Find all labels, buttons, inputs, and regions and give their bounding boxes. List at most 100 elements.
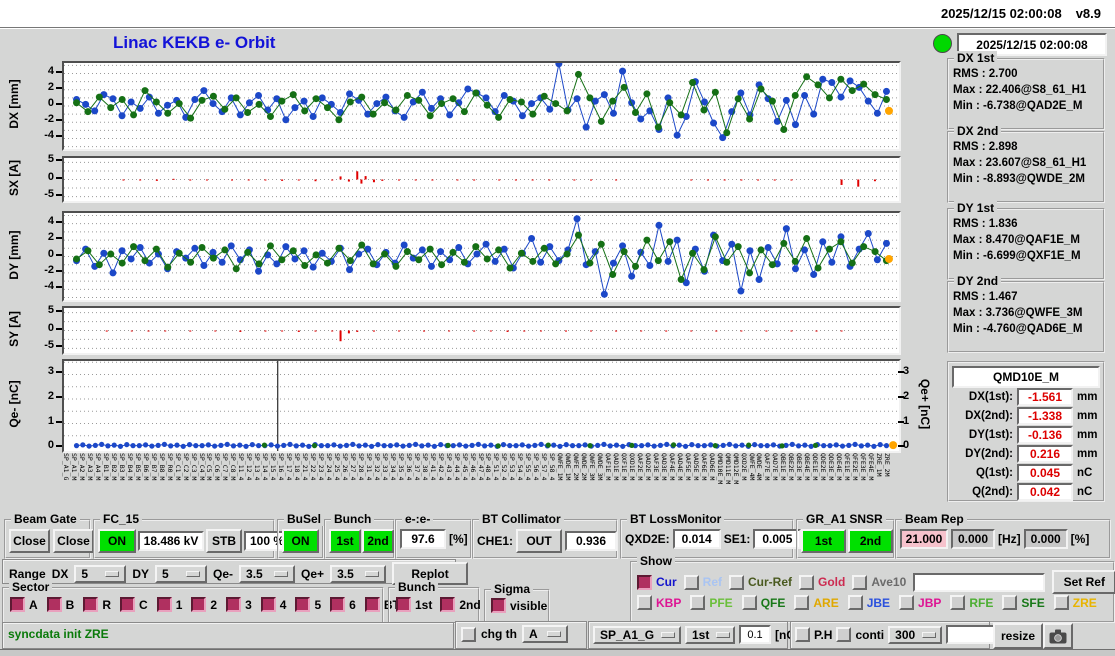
points-dropdown[interactable]: 300: [888, 625, 943, 644]
bunch-select-title: Bunch: [395, 580, 439, 594]
y-tick-mark: [56, 420, 62, 423]
bunch-dropdown[interactable]: 1st: [685, 625, 735, 644]
sector-group: Sector A B R C 1 2 3 4 5 6 BT: [2, 580, 400, 624]
set-ref-button[interactable]: Set Ref: [1052, 570, 1115, 594]
sector-checkbox-1[interactable]: [156, 597, 172, 612]
bunch-select-item: 2nd: [440, 597, 481, 612]
sector-checkbox-4[interactable]: [260, 597, 276, 612]
monitor-row-unit: mm: [1077, 447, 1098, 460]
sp-dropdown[interactable]: SP_A1_G: [593, 625, 681, 644]
stats-group-dy-1st: DY 1st RMS : 1.836 Max : 8.470@QAF1E_M Min …: [947, 201, 1105, 280]
stats-row: Max : 3.736@QWFE_3M: [953, 307, 1083, 319]
x-axis-label: SP_A3_M: [85, 453, 94, 481]
x-axis-label: SP_36_4: [404, 453, 413, 481]
monitor-row-unit: mm: [1077, 390, 1098, 403]
show-checkbox-are[interactable]: [794, 595, 810, 610]
show-checkbox-ref[interactable]: [683, 574, 699, 590]
show-checkbox-rfe[interactable]: [950, 595, 966, 610]
ref-name-input[interactable]: [913, 572, 1046, 592]
sector-checkbox-6[interactable]: [330, 597, 346, 612]
range-dx-dropdown[interactable]: 5: [74, 564, 127, 583]
sigma-checkbox-visible[interactable]: [491, 598, 506, 613]
show-checkbox-pfe[interactable]: [690, 595, 706, 610]
x-axis-label: QAF4E_M: [667, 453, 676, 481]
monitor-row: Q(2nd): 0.042 nC: [951, 482, 1099, 501]
chg-th-checkbox[interactable]: [461, 626, 476, 642]
show-checkbox-zre[interactable]: [1053, 595, 1069, 610]
sector-checkbox-5[interactable]: [295, 597, 311, 612]
fc15-stb-button[interactable]: STB: [206, 529, 242, 553]
bunch-select-checkbox-2nd[interactable]: [440, 597, 456, 612]
show-checkbox-sfe[interactable]: [1002, 595, 1018, 610]
beam-gate-close-button-2[interactable]: Close: [53, 529, 94, 553]
bt-collimator-group: BT Collimator CHE1: OUT 0.936: [472, 512, 618, 559]
x-axis-label: SP_B5_M: [133, 453, 142, 481]
y-tick-label: 2: [47, 231, 54, 244]
range-qep-dropdown[interactable]: 3.5: [330, 564, 387, 583]
ph-checkbox[interactable]: [795, 627, 810, 642]
range-qem-label: Qe-: [213, 566, 234, 581]
monitor-row-value: -1.338: [1017, 406, 1073, 425]
beam-gate-close-button-1[interactable]: Close: [9, 529, 50, 553]
gr-snsr-2nd-button[interactable]: 2nd: [848, 529, 893, 553]
x-axis-label: SP_22_4: [309, 453, 318, 481]
x-axis-label: QFE1E_M: [843, 453, 852, 481]
show-item: JBP: [899, 595, 941, 610]
x-axis-label: QWDE_1M: [564, 453, 573, 481]
resize-button[interactable]: resize: [993, 623, 1043, 649]
sector-checkbox-a[interactable]: [10, 597, 25, 612]
sector-checkbox-bt[interactable]: [364, 597, 380, 612]
stats-group-title: DY 2nd: [954, 274, 1002, 288]
threshold-input[interactable]: 0.1: [739, 625, 771, 644]
x-axis-label: QWFE_3M: [588, 453, 597, 481]
show-checkbox-jbe[interactable]: [847, 595, 863, 610]
fc15-on-button[interactable]: ON: [98, 529, 136, 553]
che1-out-button[interactable]: OUT: [516, 529, 563, 553]
x-axis-label: SP_44_4: [452, 453, 461, 481]
conti-checkbox[interactable]: [836, 627, 852, 642]
stats-group-dx-2nd: DX 2nd RMS : 2.898 Max : 23.607@S8_61_H1 Mi…: [947, 124, 1105, 203]
sector-checkbox-2[interactable]: [191, 597, 207, 612]
application-window: 2025/12/15 02:00:08 v8.9 Linac KEKB e- O…: [0, 0, 1115, 656]
beam-rep-group: Beam Rep 21.000 0.000 [Hz] 0.000 [%]: [895, 512, 1111, 559]
range-dy-dropdown[interactable]: 5: [155, 564, 208, 583]
y-tick-mark: [56, 371, 62, 374]
chg-th-dropdown[interactable]: A: [522, 625, 568, 643]
range-qem-dropdown[interactable]: 3.5: [239, 564, 296, 583]
stats-group-title: DX 2nd: [954, 124, 1002, 138]
beam-gate-title: Beam Gate: [11, 512, 80, 526]
show-item: ARE: [794, 595, 839, 610]
y-tick-label: 0: [47, 321, 54, 334]
x-axis-label: SP_B4_M: [125, 453, 134, 481]
y-tick-mark: [56, 159, 62, 162]
busel-on-button[interactable]: ON: [282, 529, 319, 553]
show-checkbox-qfe[interactable]: [741, 595, 757, 610]
bunch-2nd-button[interactable]: 2nd: [362, 529, 394, 553]
show-label: Cur-Ref: [748, 575, 793, 589]
show-checkbox-cur-ref[interactable]: [729, 574, 745, 590]
y-tick-mark: [56, 70, 62, 73]
show-checkbox-ave10[interactable]: [852, 574, 868, 590]
show-checkbox-jbp[interactable]: [899, 595, 915, 610]
show-checkbox-gold[interactable]: [799, 574, 815, 590]
x-axis-label: QWDE_2M: [580, 453, 589, 481]
bt-lossmonitor-group: BT LossMonitor QXD2E: 0.014 SE1: 0.005: [620, 512, 802, 559]
camera-button[interactable]: [1043, 623, 1073, 649]
sector-checkbox-r[interactable]: [83, 597, 99, 612]
sector-checkbox-c[interactable]: [120, 597, 136, 612]
x-axis-label: SP_23_4: [317, 453, 326, 481]
sector-checkbox-b[interactable]: [46, 597, 62, 612]
axis-label-sx: SX [A]: [7, 159, 21, 196]
range-bar: Range DX 5 DY 5 Qe- 3.5 Qe+ 3.5 Replot: [2, 559, 469, 585]
bottom-strip: [0, 649, 1115, 656]
gr-snsr-1st-button[interactable]: 1st: [801, 529, 846, 553]
sector-checkbox-3[interactable]: [226, 597, 242, 612]
x-axis-label: QMD10E_M: [715, 453, 724, 485]
beam-rep-hz-unit: [Hz]: [998, 532, 1021, 546]
bunch-1st-button[interactable]: 1st: [329, 529, 361, 553]
sector-label: 2: [210, 597, 218, 612]
show-checkbox-cur[interactable]: [637, 574, 652, 590]
bunch-select-checkbox-1st[interactable]: [396, 597, 411, 612]
show-checkbox-kbp[interactable]: [637, 595, 652, 610]
show-label: Cur: [656, 575, 677, 589]
